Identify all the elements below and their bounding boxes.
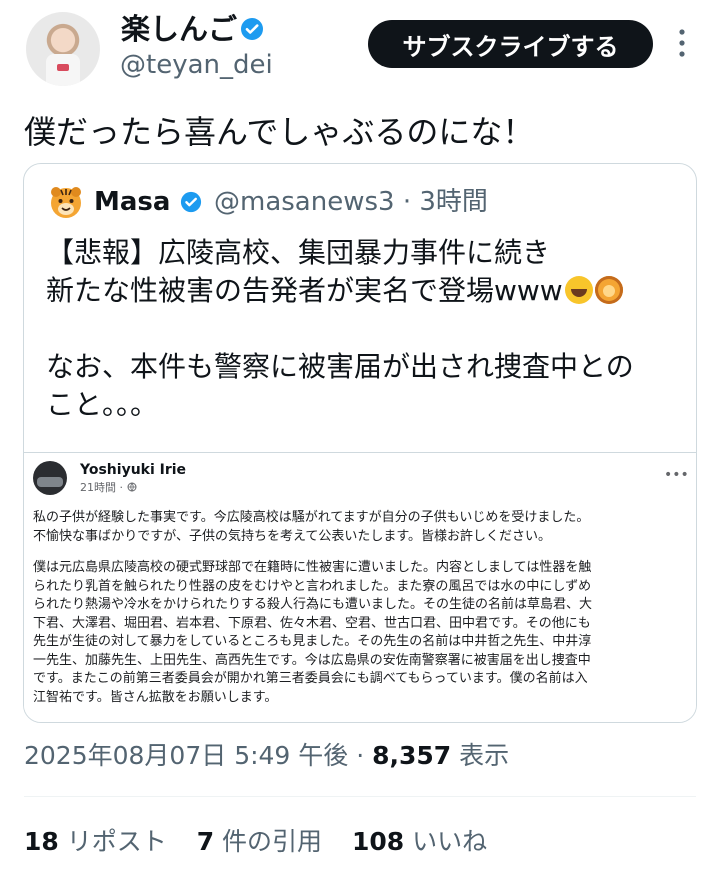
embed-text-line: 下君、大澤君、堀田君、岩本君、下原君、佐々木君、空君、世古口君、田中君です。その… xyxy=(33,615,591,631)
divider xyxy=(24,796,696,797)
author-display-name[interactable]: 楽しんご xyxy=(121,10,237,48)
embed-paragraph-1: 私の子供が経験した事実です。今広陵高校は騒がれてますが自分の子供もいじめを受けま… xyxy=(33,509,685,546)
embed-text-line: です。またこの前第三者委員会が開かれ第三者委員会にも調べてもらっています。僕の名… xyxy=(33,671,588,686)
profile-avatar[interactable] xyxy=(26,12,100,86)
embed-text-line: 不愉快な事ばかりですが、子供の気持ちを考えて公表いたします。皆様お許しください。 xyxy=(33,528,552,544)
rolling-laughing-emoji-icon xyxy=(564,276,593,304)
quoted-author-name[interactable]: Masa xyxy=(94,184,170,220)
meta-separator: · xyxy=(348,741,373,770)
embed-post-time: 21時間 · xyxy=(80,481,137,495)
views-count: 8,357 xyxy=(372,741,452,770)
likes-label: いいね xyxy=(404,827,488,856)
tiger-emoji-icon[interactable] xyxy=(48,184,84,220)
author-handle[interactable]: @teyan_dei xyxy=(120,48,273,82)
subscribe-button[interactable]: サブスクライブする xyxy=(368,20,653,68)
quotes-label: 件の引用 xyxy=(214,827,323,856)
post-datetime[interactable]: 2025年08月07日 5:49 午後 xyxy=(24,741,348,770)
likes-stat[interactable]: 108 いいね xyxy=(352,824,487,860)
embed-text-line: 江智祐です。皆さん拡散をお願いします。 xyxy=(33,689,278,705)
embed-text-line: 私の子供が経験した事実です。今広陵高校は騒がれてますが自分の子供もいじめを受けま… xyxy=(33,510,590,525)
quoted-post-time[interactable]: 3時間 xyxy=(419,187,488,217)
embed-paragraph-2: 僕は元広島県広陵高校の硬式野球部で在籍時に性被害に遭いました。内容としましては性… xyxy=(33,559,685,707)
quoted-post-body: 【悲報】広陵高校、集団暴力事件に続き 新たな性被害の告発者が実名で登場www な… xyxy=(46,234,676,424)
views-label: 表示 xyxy=(451,741,510,770)
quoted-line: 【悲報】広陵高校、集団暴力事件に続き xyxy=(46,236,551,269)
lion-emoji-icon xyxy=(594,276,623,304)
embed-text-line: 僕は元広島県広陵高校の硬式野球部で在籍時に性被害に遭いました。内容としましては性… xyxy=(33,560,592,575)
more-vertical-icon[interactable] xyxy=(676,26,688,60)
embed-more-icon: ••• xyxy=(664,467,689,483)
reposts-label: リポスト xyxy=(58,827,167,856)
quoted-line-text: 新たな性被害の告発者が実名で登場www xyxy=(46,274,563,307)
embed-avatar xyxy=(33,461,67,495)
quoted-line: なお、本件も警察に被害届が出され捜査中との xyxy=(46,350,634,383)
quoted-line-with-emoji: 新たな性被害の告発者が実名で登場www xyxy=(46,272,676,310)
embed-text-line: られたり乳首を触られたり性器の皮をむけやと言われました。また寮の風呂では水の中に… xyxy=(33,578,592,594)
post-text: 僕だったら喜んでしゃぶるのにな！ xyxy=(24,113,535,151)
meta-separator: · xyxy=(394,187,420,217)
embed-author-name: Yoshiyuki Irie xyxy=(80,462,187,478)
quoted-line: こと。。。 xyxy=(46,388,159,421)
embed-text-line: 先生が生徒の対して暴力をしているところも見ました。その先生の名前は中井哲之先生、… xyxy=(33,634,592,649)
avatar-shirt-logo xyxy=(57,64,69,71)
quotes-count: 7 xyxy=(196,827,215,856)
reposts-stat[interactable]: 18 リポスト xyxy=(24,824,167,860)
embed-time-text: 21時間 · xyxy=(80,481,127,494)
quoted-meta: @masanews3 · 3時間 xyxy=(214,184,488,220)
quoted-author-handle[interactable]: @masanews3 xyxy=(214,187,395,217)
quoted-verified-badge-icon xyxy=(180,191,202,213)
embed-text-line: られたり熱湯や冷水をかけられたりする殺人行為にも遭いました。その生徒の名前は草島… xyxy=(33,597,593,612)
verified-badge-icon xyxy=(241,18,263,40)
embed-text-line: 一先生、加藤先生、上田先生、高西先生です。今は広島県の安佐南警察署に被害届を出し… xyxy=(33,652,591,668)
embedded-screenshot[interactable]: Yoshiyuki Irie 21時間 · ••• 私の子供が経験した事実です。… xyxy=(24,452,696,722)
quoted-post-card[interactable]: Masa @masanews3 · 3時間 【悲報】広陵高校、集団暴力事件に続き… xyxy=(23,163,697,723)
post-timestamp: 2025年08月07日 5:49 午後 · 8,357 表示 xyxy=(24,738,509,774)
quotes-stat[interactable]: 7 件の引用 xyxy=(197,824,322,860)
globe-icon xyxy=(127,482,136,492)
likes-count: 108 xyxy=(352,827,405,856)
reposts-count: 18 xyxy=(24,827,59,856)
engagement-stats: 18 リポスト 7 件の引用 108 いいね xyxy=(24,824,509,860)
